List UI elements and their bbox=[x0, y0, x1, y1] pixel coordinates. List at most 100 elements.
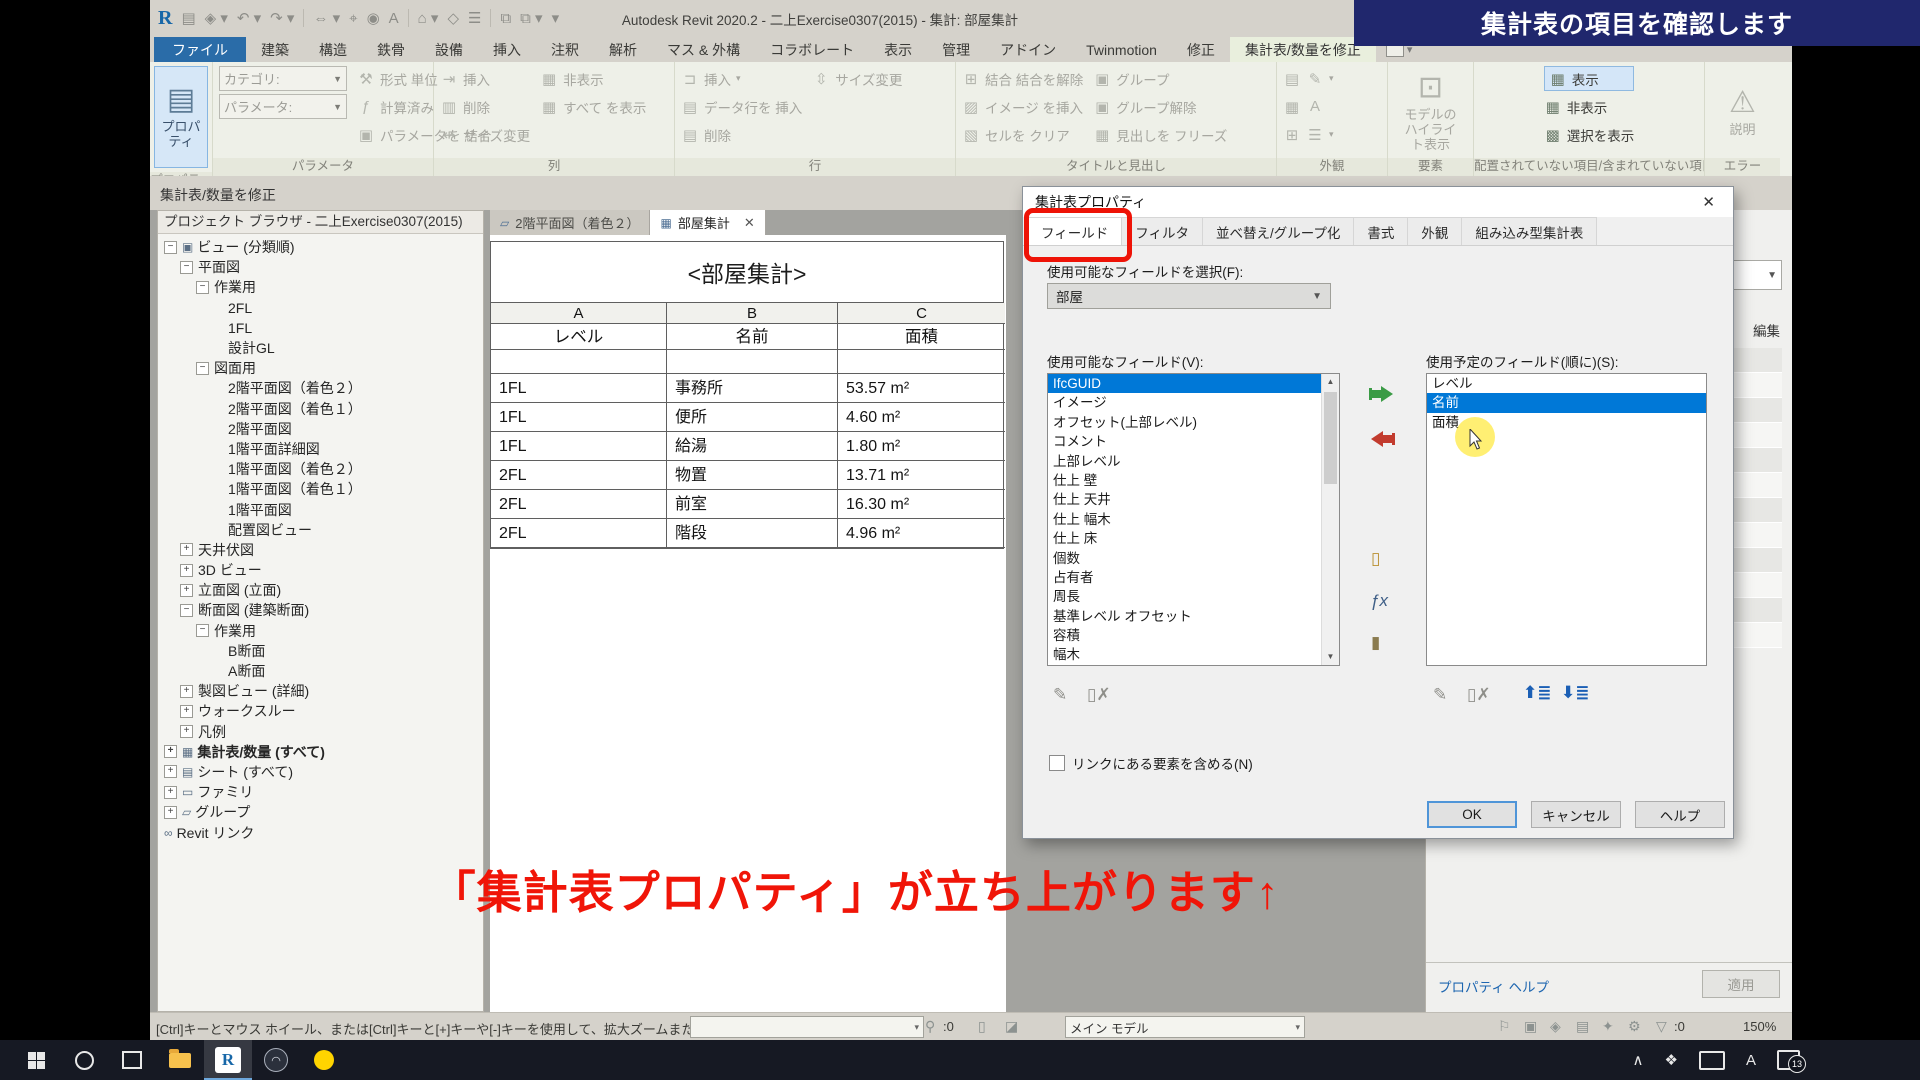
merge-unmerge-button[interactable]: ⊞結合 結合を解除 bbox=[962, 66, 1083, 91]
schedule-cell[interactable]: 16.30 m² bbox=[838, 490, 1005, 519]
tree-item[interactable]: B断面 bbox=[158, 641, 483, 661]
row-resize-button[interactable]: ⇳サイズ変更 bbox=[812, 66, 902, 91]
scrollbar[interactable]: ▲ ▼ bbox=[1321, 374, 1339, 665]
move-up-icon[interactable]: ⬆≣ bbox=[1523, 683, 1552, 703]
schedule-cell[interactable]: 2FL bbox=[491, 519, 667, 548]
tab-鉄骨[interactable]: 鉄骨 bbox=[362, 37, 420, 62]
move-down-icon[interactable]: ⬇≣ bbox=[1561, 683, 1590, 703]
tab-解析[interactable]: 解析 bbox=[594, 37, 652, 62]
tree-item[interactable]: 2階平面図（着色２） bbox=[158, 378, 483, 398]
touch-keyboard-icon[interactable] bbox=[1699, 1051, 1725, 1070]
reset-button[interactable]: ⊞☰▾ bbox=[1283, 122, 1334, 147]
tab-管理[interactable]: 管理 bbox=[927, 37, 985, 62]
tab-注釈[interactable]: 注釈 bbox=[536, 37, 594, 62]
tree-item[interactable]: +▭ファミリ bbox=[158, 782, 483, 802]
available-field-item[interactable]: 容積 bbox=[1048, 626, 1339, 645]
clear-cell-button[interactable]: ▧セルを クリア bbox=[962, 122, 1083, 147]
tree-item[interactable]: 1階平面図（着色２） bbox=[158, 459, 483, 479]
available-field-item[interactable]: 仕上 床 bbox=[1048, 529, 1339, 548]
schedule-cell[interactable]: 4.96 m² bbox=[838, 519, 1005, 548]
highlight-in-model-button[interactable]: ⊡ モデルのハイライト表示 bbox=[1399, 66, 1463, 158]
tab-マス & 外構[interactable]: マス & 外構 bbox=[652, 37, 755, 62]
properties-button[interactable]: ▤ プロパティ bbox=[154, 66, 208, 168]
ok-button[interactable]: OK bbox=[1427, 801, 1517, 828]
design-options-dropdown[interactable]: メイン モデル▾ bbox=[1065, 1016, 1305, 1038]
column-name-header[interactable]: レベル bbox=[491, 324, 667, 350]
collapse-icon[interactable]: − bbox=[180, 261, 193, 274]
collapse-icon[interactable]: − bbox=[164, 241, 177, 254]
tab-構造[interactable]: 構造 bbox=[304, 37, 362, 62]
column-show-all-button[interactable]: ▦すべて を表示 bbox=[540, 94, 646, 119]
add-field-button[interactable] bbox=[1369, 385, 1395, 403]
expand-icon[interactable]: + bbox=[180, 543, 193, 556]
column-letter-header[interactable]: C bbox=[838, 303, 1005, 324]
schedule-cell[interactable]: 事務所 bbox=[667, 374, 838, 403]
ime-mode-icon[interactable]: A bbox=[1746, 1052, 1756, 1069]
column-insert-button[interactable]: ⇥挿入 bbox=[440, 66, 530, 91]
tree-item[interactable]: +▱グループ bbox=[158, 802, 483, 822]
row-insert-data-button[interactable]: ▤データ行を 挿入 bbox=[681, 94, 802, 119]
category-dropdown[interactable]: カテゴリ:▼ bbox=[219, 66, 347, 91]
search-button[interactable] bbox=[60, 1040, 108, 1080]
tree-item[interactable]: 2階平面図 bbox=[158, 419, 483, 439]
dialog-tab-組み込み型集計表[interactable]: 組み込み型集計表 bbox=[1461, 217, 1597, 245]
schedule-cell[interactable]: 4.60 m² bbox=[838, 403, 1005, 432]
tab-表示[interactable]: 表示 bbox=[869, 37, 927, 62]
available-field-item[interactable]: オフセット(上部レベル) bbox=[1048, 413, 1339, 432]
dialog-tab-外観[interactable]: 外観 bbox=[1407, 217, 1462, 245]
available-field-item[interactable]: 上部レベル bbox=[1048, 452, 1339, 471]
expand-icon[interactable]: + bbox=[180, 725, 193, 738]
tree-item[interactable]: 配置図ビュー bbox=[158, 520, 483, 540]
help-button[interactable]: ヘルプ bbox=[1635, 801, 1725, 828]
tab-修正[interactable]: 修正 bbox=[1172, 37, 1230, 62]
available-field-item[interactable]: 占有者 bbox=[1048, 568, 1339, 587]
collapse-icon[interactable]: − bbox=[180, 604, 193, 617]
row-insert-button[interactable]: ⊐挿入 ▾ bbox=[681, 66, 802, 91]
notification-center-icon[interactable]: 13 bbox=[1777, 1050, 1800, 1070]
delete-parameter-icon[interactable]: ▯✗ bbox=[1087, 685, 1111, 705]
select-pinned-icon[interactable]: ◈ bbox=[1550, 1018, 1561, 1035]
obs-taskbar-button[interactable]: ◠ bbox=[252, 1040, 300, 1080]
column-delete-button[interactable]: ▥削除 bbox=[440, 94, 530, 119]
tree-item[interactable]: 設計GL bbox=[158, 338, 483, 358]
schedule-grid[interactable]: ABCレベル名前面積1FL事務所53.57 m²1FL便所4.60 m²1FL給… bbox=[490, 303, 1004, 549]
expand-icon[interactable]: + bbox=[164, 745, 177, 758]
column-hide-button[interactable]: ▦非表示 bbox=[540, 66, 646, 91]
tree-item[interactable]: +ウォークスルー bbox=[158, 701, 483, 721]
tree-item[interactable]: −平面図 bbox=[158, 257, 483, 277]
available-field-item[interactable]: 基準レベル オフセット bbox=[1048, 607, 1339, 626]
explain-error-button[interactable]: ⚠ 説明 bbox=[1711, 66, 1774, 158]
start-button[interactable] bbox=[12, 1040, 60, 1080]
schedule-cell[interactable]: 1FL bbox=[491, 432, 667, 461]
tree-item[interactable]: +▤シート (すべて) bbox=[158, 762, 483, 782]
column-letter-header[interactable]: B bbox=[667, 303, 838, 324]
properties-help-link[interactable]: プロパティ ヘルプ bbox=[1438, 976, 1549, 996]
expand-icon[interactable]: + bbox=[164, 786, 177, 799]
expand-icon[interactable]: + bbox=[180, 564, 193, 577]
tree-item[interactable]: −断面図 (建築断面) bbox=[158, 600, 483, 620]
dialog-tab-フィルタ[interactable]: フィルタ bbox=[1121, 217, 1203, 245]
task-view-button[interactable] bbox=[108, 1040, 156, 1080]
column-name-header[interactable]: 面積 bbox=[838, 324, 1005, 350]
schedule-title-cell[interactable]: <部屋集計> bbox=[490, 241, 1004, 303]
worksets-icon[interactable]: ⚲ bbox=[925, 1018, 935, 1035]
available-field-item[interactable]: 仕上 壁 bbox=[1048, 471, 1339, 490]
combine-parameters-icon[interactable]: ▮ bbox=[1371, 633, 1380, 653]
delete-scheduled-icon[interactable]: ▯✗ bbox=[1467, 685, 1491, 705]
tree-item[interactable]: −作業用 bbox=[158, 277, 483, 297]
available-field-item[interactable]: イメージ bbox=[1048, 393, 1339, 412]
parameter-dropdown[interactable]: パラメータ:▼ bbox=[219, 94, 347, 119]
group-button[interactable]: ▣グループ bbox=[1093, 66, 1227, 91]
freeze-header-button[interactable]: ▦見出しを フリーズ bbox=[1093, 122, 1227, 147]
collapse-icon[interactable]: − bbox=[196, 362, 209, 375]
scroll-up-icon[interactable]: ▲ bbox=[1322, 374, 1339, 390]
scroll-thumb[interactable] bbox=[1324, 392, 1337, 484]
available-field-item[interactable]: 幅木 bbox=[1048, 645, 1339, 664]
revit-taskbar-button[interactable]: R bbox=[204, 1040, 252, 1080]
available-field-item[interactable]: 仕上 天井 bbox=[1048, 490, 1339, 509]
schedule-cell[interactable]: 物置 bbox=[667, 461, 838, 490]
checkbox-box[interactable] bbox=[1049, 755, 1065, 771]
schedule-cell[interactable]: 2FL bbox=[491, 461, 667, 490]
tree-item[interactable]: +立面図 (立面) bbox=[158, 580, 483, 600]
available-field-item[interactable]: 個数 bbox=[1048, 549, 1339, 568]
